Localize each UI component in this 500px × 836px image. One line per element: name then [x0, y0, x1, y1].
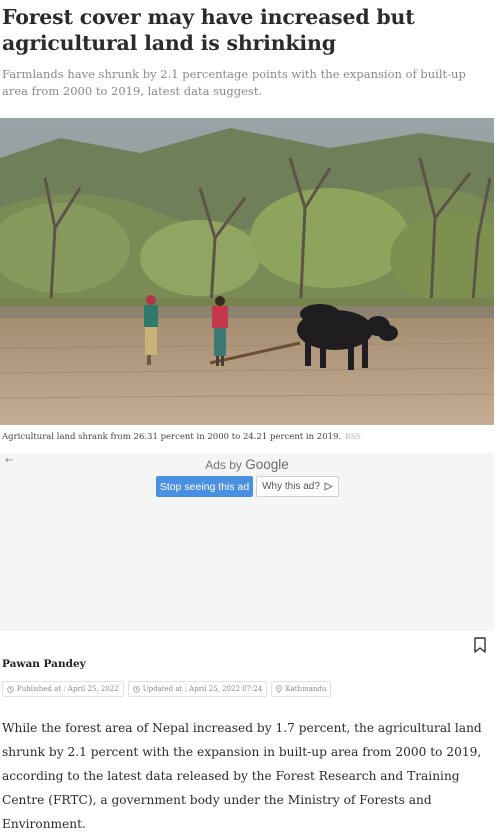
image-caption: Agricultural land shrank from 26.31 perc…: [2, 432, 492, 442]
article-headline: Forest cover may have increased but agri…: [2, 5, 415, 55]
clock-icon: [7, 685, 14, 693]
updated-date-badge: Updated at : April 25, 2022 07:24: [127, 681, 268, 697]
article-subhead: Farmlands have shrunk by 2.1 percentage …: [2, 67, 466, 98]
published-date-text: Published at : April 25, 2022: [17, 685, 119, 693]
article-hero-image: [0, 118, 494, 425]
ads-by-text: Ads by: [205, 458, 242, 472]
published-date-badge: Published at : April 25, 2022: [2, 681, 124, 697]
why-this-ad-label: Why this ad?: [262, 481, 320, 492]
clock-icon: [132, 685, 140, 693]
article-meta: Published at : April 25, 2022 Updated at…: [2, 681, 332, 697]
ads-by-google-label: Ads by Google: [0, 457, 494, 472]
location-text: Kathmandu: [285, 685, 327, 693]
image-credit: RSS: [345, 432, 361, 441]
article-author[interactable]: Pawan Pandey: [2, 658, 86, 670]
updated-date-text: Updated at : April 25, 2022 07:24: [142, 685, 263, 693]
image-caption-text: Agricultural land shrank from 26.31 perc…: [2, 432, 342, 442]
article-body-paragraph: While the forest area of Nepal increased…: [2, 721, 482, 831]
location-badge: Kathmandu: [271, 681, 332, 697]
google-wordmark: Google: [245, 457, 289, 472]
ad-choices-icon: [324, 482, 333, 491]
why-this-ad-button[interactable]: Why this ad?: [256, 476, 339, 497]
ploughing-field-photo: [0, 118, 494, 425]
location-pin-icon: [276, 685, 283, 693]
stop-seeing-ad-button[interactable]: Stop seeing this ad: [156, 476, 253, 497]
ad-container: ← Ads by Google Stop seeing this ad Why …: [0, 453, 494, 631]
bookmark-icon[interactable]: [473, 637, 487, 653]
